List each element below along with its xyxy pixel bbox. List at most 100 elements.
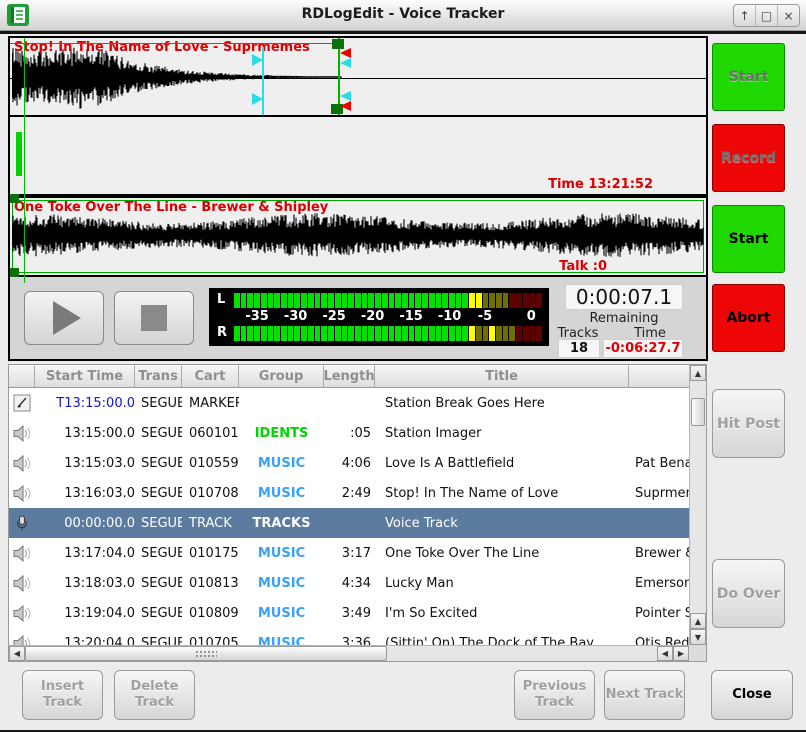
- row-trans: SEGUE: [135, 576, 182, 591]
- play-button[interactable]: [24, 291, 104, 345]
- end-marker-red-bottom-icon[interactable]: [340, 101, 351, 111]
- row-title: Voice Track: [375, 516, 629, 531]
- vu-segment: [449, 326, 455, 341]
- abort-button[interactable]: Abort: [712, 284, 785, 352]
- delete-track-label: Delete Track: [115, 679, 194, 712]
- scroll-up-icon[interactable]: ▲: [690, 365, 706, 381]
- log-row[interactable]: 13:16:03.0SEGUE010708MUSIC2:49Stop! In T…: [9, 478, 689, 508]
- column-header-title[interactable]: Title: [375, 365, 629, 388]
- close-button[interactable]: Close: [711, 670, 793, 720]
- column-header-group[interactable]: Group: [239, 365, 324, 388]
- column-header-icon[interactable]: [9, 365, 35, 388]
- log-row[interactable]: 13:20:04.0SEGUE010705MUSIC3:36(Sittin' O…: [9, 628, 689, 646]
- vu-segment: [442, 293, 448, 308]
- log-row[interactable]: 13:15:03.0SEGUE010559MUSIC4:06Love Is A …: [9, 448, 689, 478]
- abort-label: Abort: [726, 310, 770, 326]
- vu-segment: [382, 326, 388, 341]
- scroll-left-icon[interactable]: ◀: [9, 646, 25, 661]
- row-cart: 010559: [182, 456, 239, 471]
- vu-segment: [409, 326, 415, 341]
- column-header-length[interactable]: Length: [324, 365, 375, 388]
- vu-segment: [395, 326, 401, 341]
- vu-segment: [281, 326, 287, 341]
- vu-segment: [335, 293, 341, 308]
- delete-track-button[interactable]: Delete Track: [114, 670, 195, 720]
- voice-track-deck: Stop! In The Name of Love - Suprmemes Ti…: [8, 36, 708, 361]
- previous-track-button[interactable]: Previous Track: [514, 670, 595, 720]
- vu-segment: [469, 326, 475, 341]
- waveform-lane-previous-track[interactable]: Stop! In The Name of Love - Suprmemes: [10, 38, 706, 117]
- close-icon[interactable]: ×: [777, 5, 799, 26]
- log-row[interactable]: T13:15:00.0SEGUEMARKERStation Break Goes…: [9, 388, 689, 418]
- vu-meter: L -35-30-25-20-15-10-50 R: [209, 288, 549, 346]
- log-row[interactable]: 13:19:04.0SEGUE010809MUSIC3:49I'm So Exc…: [9, 598, 689, 628]
- vu-segment: [362, 326, 368, 341]
- vu-segment: [462, 293, 468, 308]
- scroll-thumb-grip: [195, 650, 217, 659]
- row-length: 4:34: [324, 576, 375, 591]
- row-group: MUSIC: [239, 606, 324, 621]
- row-artist: Suprmemes: [629, 486, 689, 501]
- vertical-scroll-thumb[interactable]: [691, 398, 705, 426]
- horizontal-scroll-thumb[interactable]: [25, 646, 387, 661]
- vu-segment: [429, 293, 435, 308]
- row-length: :05: [324, 426, 375, 441]
- hit-post-button[interactable]: Hit Post: [712, 389, 785, 458]
- column-header-cart[interactable]: Cart: [182, 365, 239, 388]
- end-marker-cyan-top-icon[interactable]: [340, 58, 351, 68]
- maximize-icon[interactable]: □: [755, 5, 777, 26]
- vu-segment: [436, 326, 442, 341]
- log-row[interactable]: 13:15:00.0SEGUE060101IDENTS:05Station Im…: [9, 418, 689, 448]
- shade-icon[interactable]: ↑: [734, 5, 755, 26]
- fade-marker-handle-top-icon[interactable]: [252, 54, 263, 66]
- end-marker-red-top-icon[interactable]: [340, 48, 351, 58]
- vu-segment: [321, 326, 327, 341]
- scroll-up2-icon[interactable]: ▲: [690, 613, 706, 629]
- row-trans: SEGUE: [135, 486, 182, 501]
- waveform-lane-empty[interactable]: Time 13:21:52: [10, 117, 706, 198]
- waveform-lane-current-track[interactable]: One Toke Over The Line - Brewer & Shiple…: [10, 198, 706, 277]
- end-marker-cyan-bottom-icon[interactable]: [340, 91, 351, 101]
- vu-segment: [368, 326, 374, 341]
- vu-segment: [261, 326, 267, 341]
- scroll-right-icon[interactable]: ▶: [673, 646, 689, 661]
- talk-readout: Talk :0: [559, 259, 607, 274]
- vertical-scrollbar[interactable]: ▲ ▲ ▼: [689, 365, 706, 646]
- scroll-left2-icon[interactable]: ◀: [657, 646, 673, 661]
- column-header-artist[interactable]: [629, 365, 689, 388]
- horizontal-scrollbar[interactable]: ◀ ◀ ▶: [9, 645, 689, 661]
- stop-button[interactable]: [114, 291, 194, 345]
- vu-segment: [523, 293, 529, 308]
- scroll-down-icon[interactable]: ▼: [690, 629, 706, 645]
- playhead-line[interactable]: [24, 38, 25, 283]
- log-row[interactable]: 13:18:03.0SEGUE010813MUSIC4:34Lucky ManE…: [9, 568, 689, 598]
- start-track1-button[interactable]: Start: [712, 43, 785, 111]
- log-row[interactable]: 00:00:00.0SEGUETRACKTRACKSVoice Track: [9, 508, 689, 538]
- vu-segment: [234, 293, 240, 308]
- vu-right-bar: [234, 326, 542, 341]
- row-cart: 010175: [182, 546, 239, 561]
- track-start-handle-top[interactable]: [10, 194, 19, 203]
- vu-segment: [335, 326, 341, 341]
- vu-scale-tick: -30: [284, 309, 308, 324]
- track-start-handle-bottom[interactable]: [10, 268, 19, 277]
- vu-segment: [483, 326, 489, 341]
- row-length: 4:06: [324, 456, 375, 471]
- do-over-button[interactable]: Do Over: [712, 559, 785, 628]
- rdlogedit-voice-tracker-window: RDLogEdit - Voice Tracker ↑ □ × Stop! In…: [0, 0, 806, 732]
- vu-segment: [375, 293, 381, 308]
- record-button[interactable]: Record: [712, 124, 785, 192]
- column-header-trans[interactable]: Trans: [135, 365, 182, 388]
- start-track2-button[interactable]: Start: [712, 205, 785, 273]
- titlebar[interactable]: RDLogEdit - Voice Tracker ↑ □ ×: [0, 0, 806, 31]
- speaker-icon: [12, 575, 32, 592]
- log-row[interactable]: 13:17:04.0SEGUE010175MUSIC3:17One Toke O…: [9, 538, 689, 568]
- fade-marker-handle-bottom-icon[interactable]: [252, 93, 263, 105]
- vu-segment: [456, 326, 462, 341]
- column-header-start-time[interactable]: Start Time: [35, 365, 135, 388]
- insert-track-button[interactable]: Insert Track: [22, 670, 103, 720]
- row-title: Lucky Man: [375, 576, 629, 591]
- vu-segment: [476, 293, 482, 308]
- next-track-button[interactable]: Next Track: [604, 670, 685, 720]
- vu-segment: [489, 293, 495, 308]
